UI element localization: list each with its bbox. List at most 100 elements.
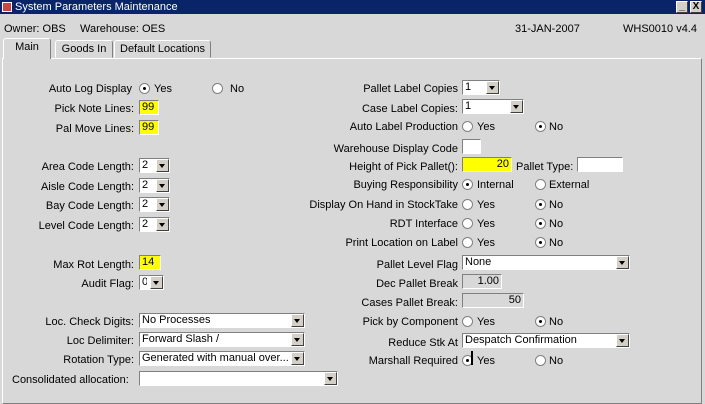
pallet-label-copies-select[interactable]: 1 bbox=[462, 80, 500, 95]
marshall-required-yes-label: Yes bbox=[477, 355, 495, 367]
pallet-type-label: Pallet Type: bbox=[516, 161, 574, 173]
tab-goods-in[interactable]: Goods In bbox=[55, 40, 113, 58]
chevron-down-icon bbox=[156, 179, 169, 192]
pick-by-component-yes-label: Yes bbox=[477, 316, 495, 328]
rdt-interface-yes-radio[interactable] bbox=[462, 218, 473, 229]
minimize-button[interactable]: _ bbox=[676, 1, 688, 13]
app-icon bbox=[2, 2, 12, 12]
level-code-length-select[interactable]: 2 bbox=[139, 217, 170, 232]
pick-by-component-yes-radio[interactable] bbox=[462, 316, 473, 327]
warehouse-display-code-label: Warehouse Display Code bbox=[333, 143, 458, 155]
rdt-interface-no-radio[interactable] bbox=[535, 218, 546, 229]
auto-log-display-no-label: No bbox=[230, 83, 245, 95]
print-location-no-radio[interactable] bbox=[535, 237, 546, 248]
pick-note-lines-input[interactable]: 99 bbox=[139, 100, 159, 115]
loc-check-digits-label: Loc. Check Digits: bbox=[45, 316, 134, 328]
owner-text: Owner: OBS bbox=[4, 23, 66, 35]
buying-responsibility-label: Buying Responsibility bbox=[353, 179, 458, 191]
reduce-stk-at-label: Reduce Stk At bbox=[388, 337, 458, 349]
area-code-length-label: Area Code Length: bbox=[41, 161, 134, 173]
print-location-no-label: No bbox=[549, 237, 564, 249]
pick-by-component-no-label: No bbox=[549, 316, 564, 328]
pick-by-component-no-radio[interactable] bbox=[535, 316, 546, 327]
pal-move-lines-label: Pal Move Lines: bbox=[55, 123, 134, 135]
tab-main[interactable]: Main bbox=[3, 38, 51, 59]
audit-flag-select[interactable]: 0 bbox=[139, 275, 164, 290]
display-on-hand-no-radio[interactable] bbox=[535, 199, 546, 210]
chevron-down-icon bbox=[150, 276, 163, 289]
auto-label-production-label: Auto Label Production bbox=[349, 121, 458, 133]
buying-responsibility-internal-label: Internal bbox=[477, 179, 514, 191]
chevron-down-icon bbox=[156, 198, 169, 211]
display-on-hand-label: Display On Hand in StockTake bbox=[309, 199, 458, 211]
cases-pallet-break-label: Cases Pallet Break: bbox=[361, 297, 458, 309]
rotation-type-label: Rotation Type: bbox=[63, 354, 134, 366]
aisle-code-length-label: Aisle Code Length: bbox=[41, 181, 134, 193]
rdt-interface-yes-label: Yes bbox=[477, 218, 495, 230]
chevron-down-icon bbox=[156, 159, 169, 172]
warehouse-display-code-input[interactable] bbox=[462, 139, 481, 154]
warehouse-text: Warehouse: OES bbox=[80, 23, 166, 35]
area-code-length-select[interactable]: 2 bbox=[139, 158, 170, 173]
close-button[interactable]: X bbox=[690, 1, 702, 13]
print-location-yes-label: Yes bbox=[477, 237, 495, 249]
text-cursor-icon bbox=[471, 351, 473, 365]
loc-check-digits-select[interactable]: No Processes bbox=[139, 313, 305, 328]
auto-label-production-no-label: No bbox=[549, 121, 564, 133]
tab-default-locations[interactable]: Default Locations bbox=[114, 40, 211, 58]
chevron-down-icon bbox=[510, 100, 523, 113]
max-rot-length-label: Max Rot Length: bbox=[53, 259, 134, 271]
display-on-hand-yes-label: Yes bbox=[477, 199, 495, 211]
display-on-hand-no-label: No bbox=[549, 199, 564, 211]
reduce-stk-at-select[interactable]: Despatch Confirmation bbox=[462, 333, 630, 348]
loc-delimiter-select[interactable]: Forward Slash / bbox=[139, 332, 305, 347]
auto-label-production-yes-radio[interactable] bbox=[462, 121, 473, 132]
cases-pallet-break-input: 50 bbox=[462, 293, 524, 308]
consolidated-allocation-select[interactable] bbox=[139, 371, 338, 386]
loc-delimiter-label: Loc Delimiter: bbox=[66, 335, 134, 347]
auto-log-display-label: Auto Log Display bbox=[48, 83, 132, 95]
rotation-type-select[interactable]: Generated with manual over... bbox=[139, 351, 305, 366]
auto-log-display-yes-radio[interactable] bbox=[139, 83, 150, 94]
bay-code-length-label: Bay Code Length: bbox=[45, 200, 134, 212]
chevron-down-icon bbox=[324, 372, 337, 385]
auto-log-display-no-radio[interactable] bbox=[212, 83, 223, 94]
buying-responsibility-external-radio[interactable] bbox=[535, 179, 546, 190]
chevron-down-icon bbox=[616, 256, 629, 269]
dec-pallet-break-label: Dec Pallet Break bbox=[376, 278, 458, 290]
info-bar: Owner: OBS Warehouse: OES 31-JAN-2007 WH… bbox=[0, 22, 705, 36]
chevron-down-icon bbox=[486, 81, 499, 94]
rdt-interface-no-label: No bbox=[549, 218, 564, 230]
pallet-label-copies-label: Pallet Label Copies bbox=[363, 83, 458, 95]
chevron-down-icon bbox=[156, 218, 169, 231]
height-of-pick-pallet-input[interactable]: 20 bbox=[462, 157, 512, 172]
pallet-type-input[interactable] bbox=[577, 157, 623, 172]
marshall-required-no-label: No bbox=[549, 355, 564, 367]
display-on-hand-yes-radio[interactable] bbox=[462, 199, 473, 210]
bay-code-length-select[interactable]: 2 bbox=[139, 197, 170, 212]
print-location-on-label-label: Print Location on Label bbox=[345, 237, 458, 249]
max-rot-length-input[interactable]: 14 bbox=[139, 255, 161, 270]
buying-responsibility-external-label: External bbox=[549, 179, 590, 191]
height-of-pick-pallet-label: Height of Pick Pallet(): bbox=[349, 161, 458, 173]
aisle-code-length-select[interactable]: 2 bbox=[139, 178, 170, 193]
title-bar: System Parameters Maintenance _ X bbox=[0, 0, 705, 14]
case-label-copies-select[interactable]: 1 bbox=[462, 99, 524, 114]
pallet-level-flag-select[interactable]: None bbox=[462, 255, 630, 270]
buying-responsibility-internal-radio[interactable] bbox=[462, 179, 473, 190]
print-location-yes-radio[interactable] bbox=[462, 237, 473, 248]
auto-log-display-yes-label: Yes bbox=[154, 83, 172, 95]
case-label-copies-label: Case Label Copies: bbox=[361, 103, 458, 115]
audit-flag-label: Audit Flag: bbox=[81, 278, 134, 290]
marshall-required-no-radio[interactable] bbox=[535, 355, 546, 366]
consolidated-allocation-label: Consolidated allocation: bbox=[12, 374, 129, 386]
window-title: System Parameters Maintenance bbox=[15, 1, 178, 13]
chevron-down-icon bbox=[616, 334, 629, 347]
pal-move-lines-input[interactable]: 99 bbox=[139, 120, 159, 135]
auto-label-production-no-radio[interactable] bbox=[535, 121, 546, 132]
auto-label-production-yes-label: Yes bbox=[477, 121, 495, 133]
pick-by-component-label: Pick by Component bbox=[362, 316, 458, 328]
pallet-level-flag-label: Pallet Level Flag bbox=[376, 259, 458, 271]
level-code-length-label: Level Code Length: bbox=[38, 220, 134, 232]
marshall-required-label: Marshall Required bbox=[368, 355, 458, 367]
